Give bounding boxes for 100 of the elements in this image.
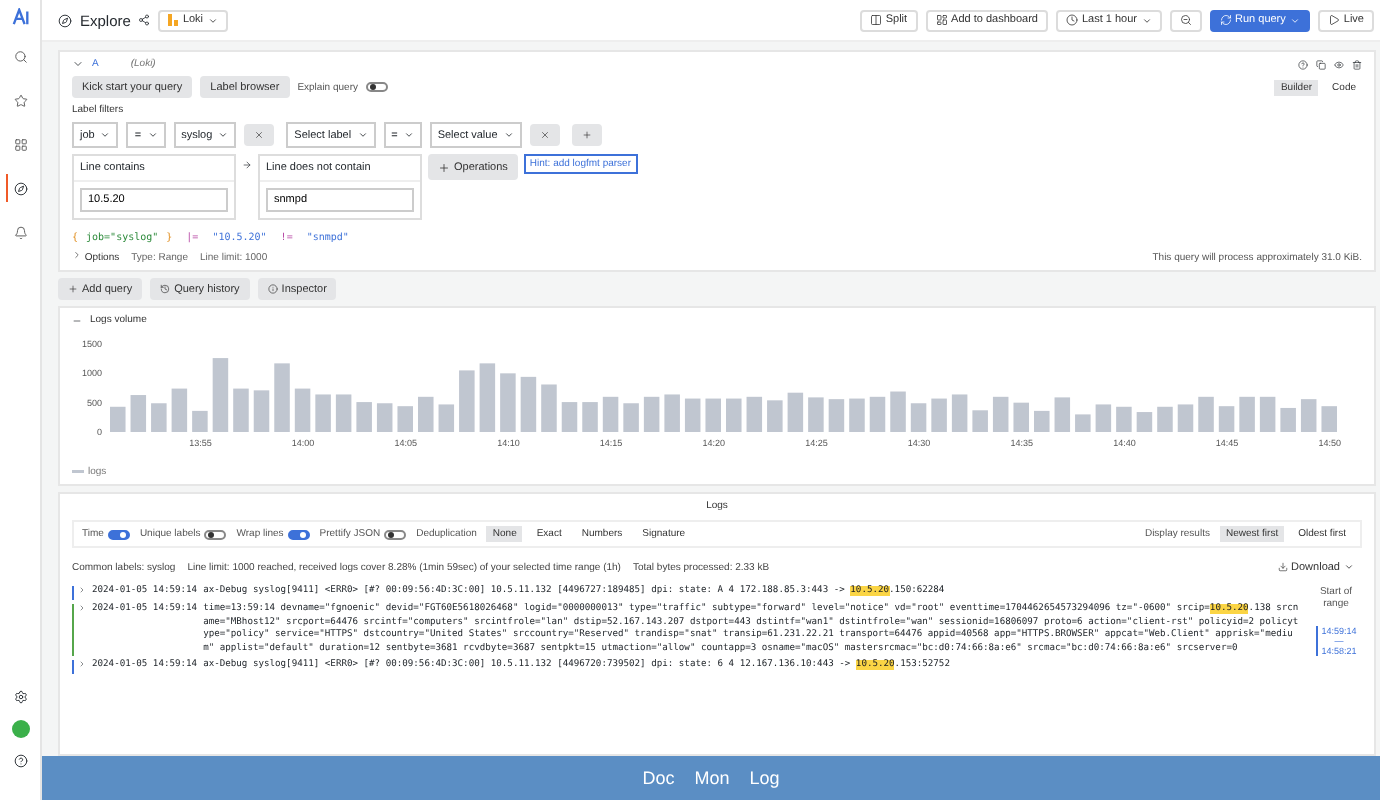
caret-icon <box>1344 562 1354 572</box>
footer-label: Mon <box>694 768 730 788</box>
volume-bar <box>972 410 988 432</box>
volume-bar <box>130 395 147 432</box>
volume-bar <box>1136 412 1153 432</box>
volume-bar <box>1259 396 1276 432</box>
plus-icon <box>68 284 78 294</box>
volume-bar <box>910 403 927 432</box>
footer-label: Log <box>749 768 780 788</box>
datasource-icon <box>168 14 179 26</box>
plus-icon <box>438 161 450 173</box>
share-icon <box>138 14 151 26</box>
footer-label: Doc <box>642 768 675 788</box>
bell-icon <box>13 225 27 239</box>
volume-bar <box>1034 410 1050 432</box>
grid-icon <box>13 137 27 151</box>
volume-bar <box>212 358 229 432</box>
volume-bar <box>294 388 311 432</box>
volume-bar <box>541 384 557 432</box>
volume-bar <box>110 406 126 432</box>
volume-bar <box>1218 406 1235 432</box>
caret-icon <box>207 15 218 25</box>
toggle-switch[interactable] <box>365 82 388 92</box>
toggle-switch[interactable] <box>384 529 407 539</box>
zoom-out-button[interactable] <box>1169 9 1202 31</box>
volume-bar <box>684 398 701 432</box>
volume-bar <box>931 398 947 432</box>
volume-bar <box>315 394 331 432</box>
volume-bar <box>951 394 968 432</box>
volume-bar <box>233 388 249 432</box>
chevron-icon <box>72 250 82 260</box>
logo-icon <box>11 8 29 26</box>
clock-icon <box>1065 14 1078 26</box>
volume-bar <box>1321 406 1337 432</box>
search-icon <box>13 49 27 63</box>
volume-bar <box>869 396 886 432</box>
caret-icon <box>357 130 368 140</box>
volume-bar <box>376 403 393 432</box>
toggle-switch[interactable] <box>287 529 310 539</box>
refresh-icon <box>1219 14 1232 26</box>
help-icon <box>1298 59 1308 69</box>
volume-bar <box>500 373 516 432</box>
volume-bar <box>1054 397 1071 432</box>
play-icon <box>1327 14 1340 26</box>
volume-bar <box>438 404 455 432</box>
volume-bar <box>171 388 188 432</box>
volume-bar <box>253 390 270 432</box>
caret-icon <box>503 130 514 140</box>
caret-icon <box>100 130 111 140</box>
volume-bar <box>767 400 783 432</box>
settings-icon <box>13 690 27 704</box>
volume-bar <box>1095 404 1112 432</box>
compass-icon <box>58 13 72 27</box>
volume-bar <box>643 396 660 432</box>
volume-bar <box>151 403 167 432</box>
volume-bar <box>849 398 865 432</box>
volume-bar <box>664 394 680 432</box>
chevron-icon <box>72 58 84 70</box>
columns-icon <box>869 14 882 26</box>
caret-icon <box>147 130 158 140</box>
volume-bar <box>1013 402 1029 432</box>
download-icon <box>1277 562 1288 572</box>
volume-bar <box>1280 407 1296 432</box>
info-icon <box>267 284 278 294</box>
caret-icon <box>1289 15 1300 25</box>
volume-bar <box>726 398 742 432</box>
volume-bar <box>1198 396 1214 432</box>
volume-bar <box>1177 404 1194 432</box>
dashboard-icon <box>935 14 948 26</box>
volume-bar <box>992 396 1009 432</box>
avatar[interactable] <box>11 720 29 738</box>
add-filter-button[interactable] <box>571 124 602 146</box>
volume-bar <box>1116 406 1132 432</box>
volume-bar <box>459 370 475 432</box>
volume-bar <box>623 403 639 432</box>
volume-bar <box>479 363 496 432</box>
toggle-switch[interactable] <box>107 529 130 539</box>
help-icon <box>13 754 27 768</box>
eye-icon <box>1334 59 1344 69</box>
star-icon <box>13 93 27 107</box>
caret-icon <box>218 130 229 140</box>
volume-bar <box>1239 396 1255 432</box>
volume-bar <box>520 376 537 432</box>
volume-bar <box>602 396 619 432</box>
plus-icon <box>581 130 592 140</box>
volume-bar <box>890 391 906 432</box>
volume-bar <box>1300 399 1317 432</box>
copy-icon <box>1316 59 1326 69</box>
volume-bar <box>787 392 804 432</box>
volume-bar <box>1157 406 1173 432</box>
history-icon <box>160 284 171 294</box>
volume-bar <box>274 363 290 432</box>
volume-bar <box>418 396 434 432</box>
volume-bar <box>582 402 598 432</box>
collapse-icon <box>72 315 82 325</box>
toggle-switch[interactable] <box>204 529 227 539</box>
volume-bar <box>356 402 372 432</box>
zoom-out-icon <box>1179 14 1192 26</box>
volume-bar <box>705 398 721 432</box>
volume-bar <box>808 397 824 432</box>
